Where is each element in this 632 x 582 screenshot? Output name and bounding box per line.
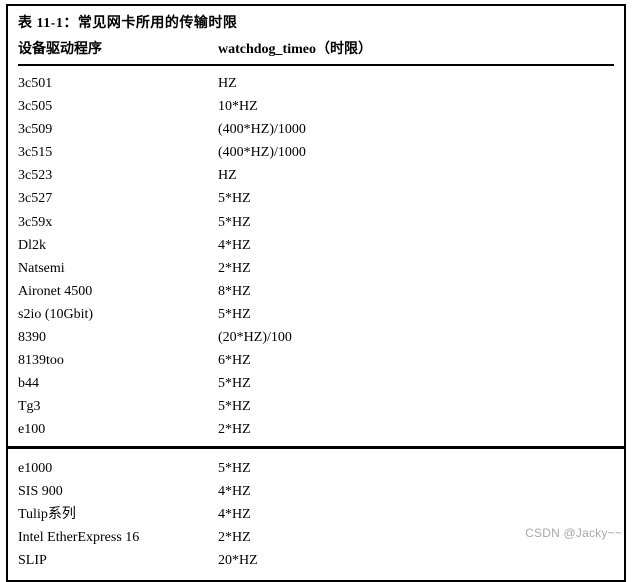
cell-driver: Natsemi xyxy=(18,257,218,280)
table-row: SLIP20*HZ xyxy=(18,549,614,572)
cell-driver: Tg3 xyxy=(18,395,218,418)
table-row: b445*HZ xyxy=(18,372,614,395)
cell-driver: Dl2k xyxy=(18,234,218,257)
cell-driver: b44 xyxy=(18,372,218,395)
cell-driver: SLIP xyxy=(18,549,218,572)
table-row: SIS 9004*HZ xyxy=(18,480,614,503)
table-row: Natsemi2*HZ xyxy=(18,257,614,280)
table-row: s2io (10Gbit)5*HZ xyxy=(18,303,614,326)
cell-timeo: 10*HZ xyxy=(218,95,614,118)
cell-timeo: 2*HZ xyxy=(218,418,614,441)
cell-driver: Aironet 4500 xyxy=(18,280,218,303)
cell-timeo: 5*HZ xyxy=(218,372,614,395)
cell-timeo: 5*HZ xyxy=(218,395,614,418)
cell-timeo: 20*HZ xyxy=(218,549,614,572)
cell-driver: 3c515 xyxy=(18,141,218,164)
table-body-bottom: e10005*HZ SIS 9004*HZ Tulip系列4*HZ Intel … xyxy=(18,457,614,572)
table-row: e10005*HZ xyxy=(18,457,614,480)
cell-timeo: 4*HZ xyxy=(218,480,614,503)
table-row: 3c501HZ xyxy=(18,72,614,95)
table-caption: 表 11-1：常见网卡所用的传输时限 xyxy=(18,12,614,32)
table-row: 3c5275*HZ xyxy=(18,187,614,210)
table-body-top: 3c501HZ 3c50510*HZ 3c509(400*HZ)/1000 3c… xyxy=(18,72,614,442)
table-row: 3c509(400*HZ)/1000 xyxy=(18,118,614,141)
header-driver: 设备驱动程序 xyxy=(18,38,218,58)
cell-timeo: 4*HZ xyxy=(218,503,614,526)
cell-driver: 3c509 xyxy=(18,118,218,141)
cell-timeo: 2*HZ xyxy=(218,257,614,280)
table-row: 3c523HZ xyxy=(18,164,614,187)
table-upper-panel: 表 11-1：常见网卡所用的传输时限 设备驱动程序 watchdog_timeo… xyxy=(6,4,626,446)
cell-driver: Tulip系列 xyxy=(18,503,218,526)
cell-timeo: (400*HZ)/1000 xyxy=(218,141,614,164)
table-row: Aironet 45008*HZ xyxy=(18,280,614,303)
table-row: Tulip系列4*HZ xyxy=(18,503,614,526)
cell-timeo: 5*HZ xyxy=(218,457,614,480)
cell-timeo: 8*HZ xyxy=(218,280,614,303)
cell-driver: SIS 900 xyxy=(18,480,218,503)
cell-driver: e100 xyxy=(18,418,218,441)
cell-timeo: HZ xyxy=(218,164,614,187)
cell-timeo: 6*HZ xyxy=(218,349,614,372)
cell-timeo: 5*HZ xyxy=(218,303,614,326)
cell-timeo: (400*HZ)/1000 xyxy=(218,118,614,141)
header-timeo: watchdog_timeo（时限） xyxy=(218,38,614,58)
table-row: 3c50510*HZ xyxy=(18,95,614,118)
cell-driver: s2io (10Gbit) xyxy=(18,303,218,326)
table-row: 8139too6*HZ xyxy=(18,349,614,372)
table-row: 3c59x5*HZ xyxy=(18,211,614,234)
table-row: Dl2k4*HZ xyxy=(18,234,614,257)
table-lower-panel: e10005*HZ SIS 9004*HZ Tulip系列4*HZ Intel … xyxy=(6,446,626,582)
table-header-row: 设备驱动程序 watchdog_timeo（时限） xyxy=(18,38,614,66)
watermark-text: CSDN @Jacky~~ xyxy=(525,526,622,540)
cell-timeo: (20*HZ)/100 xyxy=(218,326,614,349)
cell-driver: 3c505 xyxy=(18,95,218,118)
cell-driver: Intel EtherExpress 16 xyxy=(18,526,218,549)
cell-driver: 3c59x xyxy=(18,211,218,234)
cell-driver: 3c501 xyxy=(18,72,218,95)
cell-driver: 3c527 xyxy=(18,187,218,210)
cell-timeo: 5*HZ xyxy=(218,187,614,210)
table-figure: 表 11-1：常见网卡所用的传输时限 设备驱动程序 watchdog_timeo… xyxy=(6,4,626,582)
cell-driver: 8139too xyxy=(18,349,218,372)
cell-driver: 8390 xyxy=(18,326,218,349)
table-row: Tg35*HZ xyxy=(18,395,614,418)
table-row: 3c515(400*HZ)/1000 xyxy=(18,141,614,164)
cell-timeo: 5*HZ xyxy=(218,211,614,234)
cell-driver: 3c523 xyxy=(18,164,218,187)
cell-timeo: 4*HZ xyxy=(218,234,614,257)
table-row: e1002*HZ xyxy=(18,418,614,441)
cell-timeo: HZ xyxy=(218,72,614,95)
cell-driver: e1000 xyxy=(18,457,218,480)
table-row: 8390(20*HZ)/100 xyxy=(18,326,614,349)
